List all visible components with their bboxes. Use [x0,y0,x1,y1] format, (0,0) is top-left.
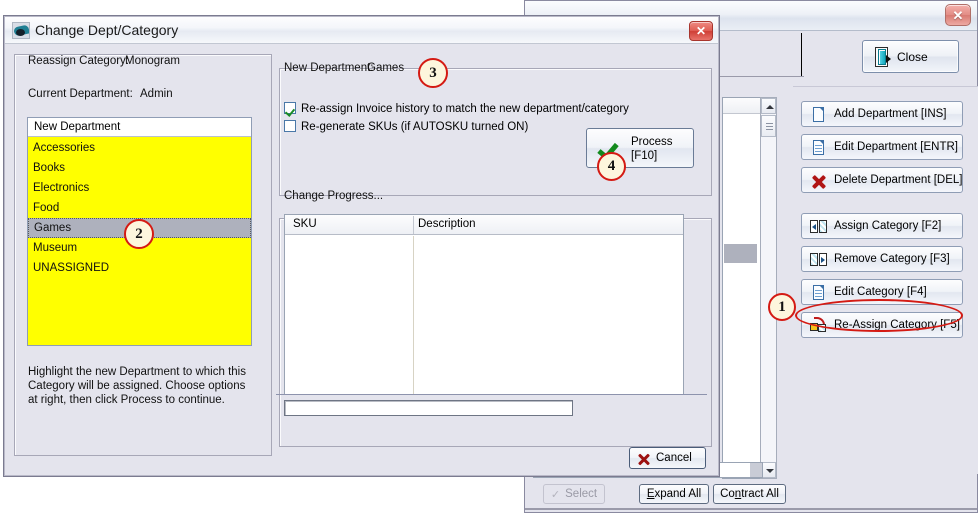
cancel-button-label: Cancel [656,452,692,464]
door-exit-icon [875,47,891,67]
sku-results-grid[interactable]: SKU Description [284,214,684,395]
background-list-selected-row[interactable] [724,244,757,263]
remove-category-label: Remove Category [F3] [834,253,950,265]
new-department-label: New Department: [284,62,374,74]
new-department-list-header-label: New Department [34,121,121,133]
chevron-down-icon[interactable] [761,462,776,478]
department-items: Accessories Books Electronics Food Games… [28,138,251,278]
side-button-panel: Add Department [INS] Edit Department [EN… [793,86,978,474]
assign-panes-icon [810,218,828,236]
new-department-value: Games [367,62,405,74]
add-department-button[interactable]: Add Department [INS] [801,101,963,127]
edit-category-label: Edit Category [F4] [834,286,927,298]
list-item[interactable]: Books [28,158,251,178]
list-item[interactable]: Electronics [28,178,251,198]
grid-column-divider [413,236,414,395]
bottom-divider [525,508,977,510]
list-item[interactable]: UNASSIGNED [28,258,251,278]
red-x-icon [810,172,828,190]
close-icon[interactable] [945,4,971,26]
scrollbar-thumb[interactable] [761,115,776,137]
contract-all-label: tract All [741,488,779,500]
process-button-line1: Process [631,136,673,148]
callout-marker-3: 3 [418,58,448,88]
vertical-scrollbar[interactable] [760,97,777,479]
reassign-category-label: Reassign Category: [28,55,129,67]
add-department-label: Add Department [INS] [834,108,947,120]
current-department-label: Current Department: [28,88,133,100]
edit-department-label: Edit Department [ENTR] [834,141,958,153]
re-assign-category-label: Re-Assign Category [F5] [834,319,960,331]
assign-category-button[interactable]: Assign Category [F2] [801,213,963,239]
change-progress-title: Change Progress... [284,190,384,202]
reassign-invoice-history-checkbox-row[interactable]: Re-assign Invoice history to match the n… [284,102,629,115]
assign-category-label: Assign Category [F2] [834,220,942,232]
dialog-title: Change Dept/Category [35,22,179,38]
edit-category-button[interactable]: Edit Category [F4] [801,279,963,305]
delete-department-label: Delete Department [DEL] [834,174,963,186]
select-button-label: Select [565,488,598,500]
red-x-icon [637,453,651,466]
remove-category-button[interactable]: Remove Category [F3] [801,246,963,272]
regenerate-skus-label: Re-generate SKUs (if AUTOSKU turned ON) [301,121,529,133]
edit-department-button[interactable]: Edit Department [ENTR] [801,134,963,160]
delete-department-button[interactable]: Delete Department [DEL] [801,167,963,193]
progress-divider [276,394,707,395]
column-separator [413,216,414,234]
chevron-up-icon[interactable] [761,98,776,114]
current-department-value: Admin [140,88,173,100]
close-button-label: Close [897,49,928,64]
dialog-titlebar: Change Dept/Category [5,17,718,44]
toolbar-separator [801,33,802,77]
progress-bar [284,400,573,416]
process-button-line2: [F10] [631,150,658,162]
contract-all-button[interactable]: Contract All [713,484,786,504]
reassign-cubes-icon [810,317,828,335]
remove-panes-icon [810,251,828,269]
regenerate-skus-checkbox-row[interactable]: Re-generate SKUs (if AUTOSKU turned ON) [284,120,528,133]
edit-document-icon [810,139,828,157]
cancel-button[interactable]: Cancel [629,447,706,469]
list-item[interactable]: Food [28,198,251,218]
list-item[interactable]: Accessories [28,138,251,158]
edit-document-icon [810,284,828,302]
reassign-invoice-history-checkbox[interactable] [284,102,296,114]
app-swoosh-icon [12,22,30,39]
callout-marker-1: 1 [768,293,796,321]
help-text: Highlight the new Department to which th… [28,366,246,406]
close-button[interactable]: Close [862,40,959,73]
sku-grid-header: SKU Description [285,215,683,235]
re-assign-category-button[interactable]: Re-Assign Category [F5] [801,312,963,338]
reassign-category-value: Monogram [125,55,180,67]
new-department-list-header: New Department [28,118,251,137]
regenerate-skus-checkbox[interactable] [284,120,296,132]
checkmark-icon: ✓ [550,488,561,501]
select-button: ✓ Select [543,484,605,504]
column-header-sku: SKU [293,218,317,230]
expand-all-button[interactable]: Expand All [639,484,709,504]
column-header-description: Description [418,218,476,230]
expand-all-label: xpand All [654,488,702,500]
contract-all-prefix: Co [720,488,735,500]
reassign-invoice-history-label: Re-assign Invoice history to match the n… [301,103,629,115]
close-icon[interactable] [689,21,713,41]
new-document-icon [810,106,828,124]
callout-marker-4: 4 [597,152,626,181]
callout-marker-2: 2 [124,219,154,249]
